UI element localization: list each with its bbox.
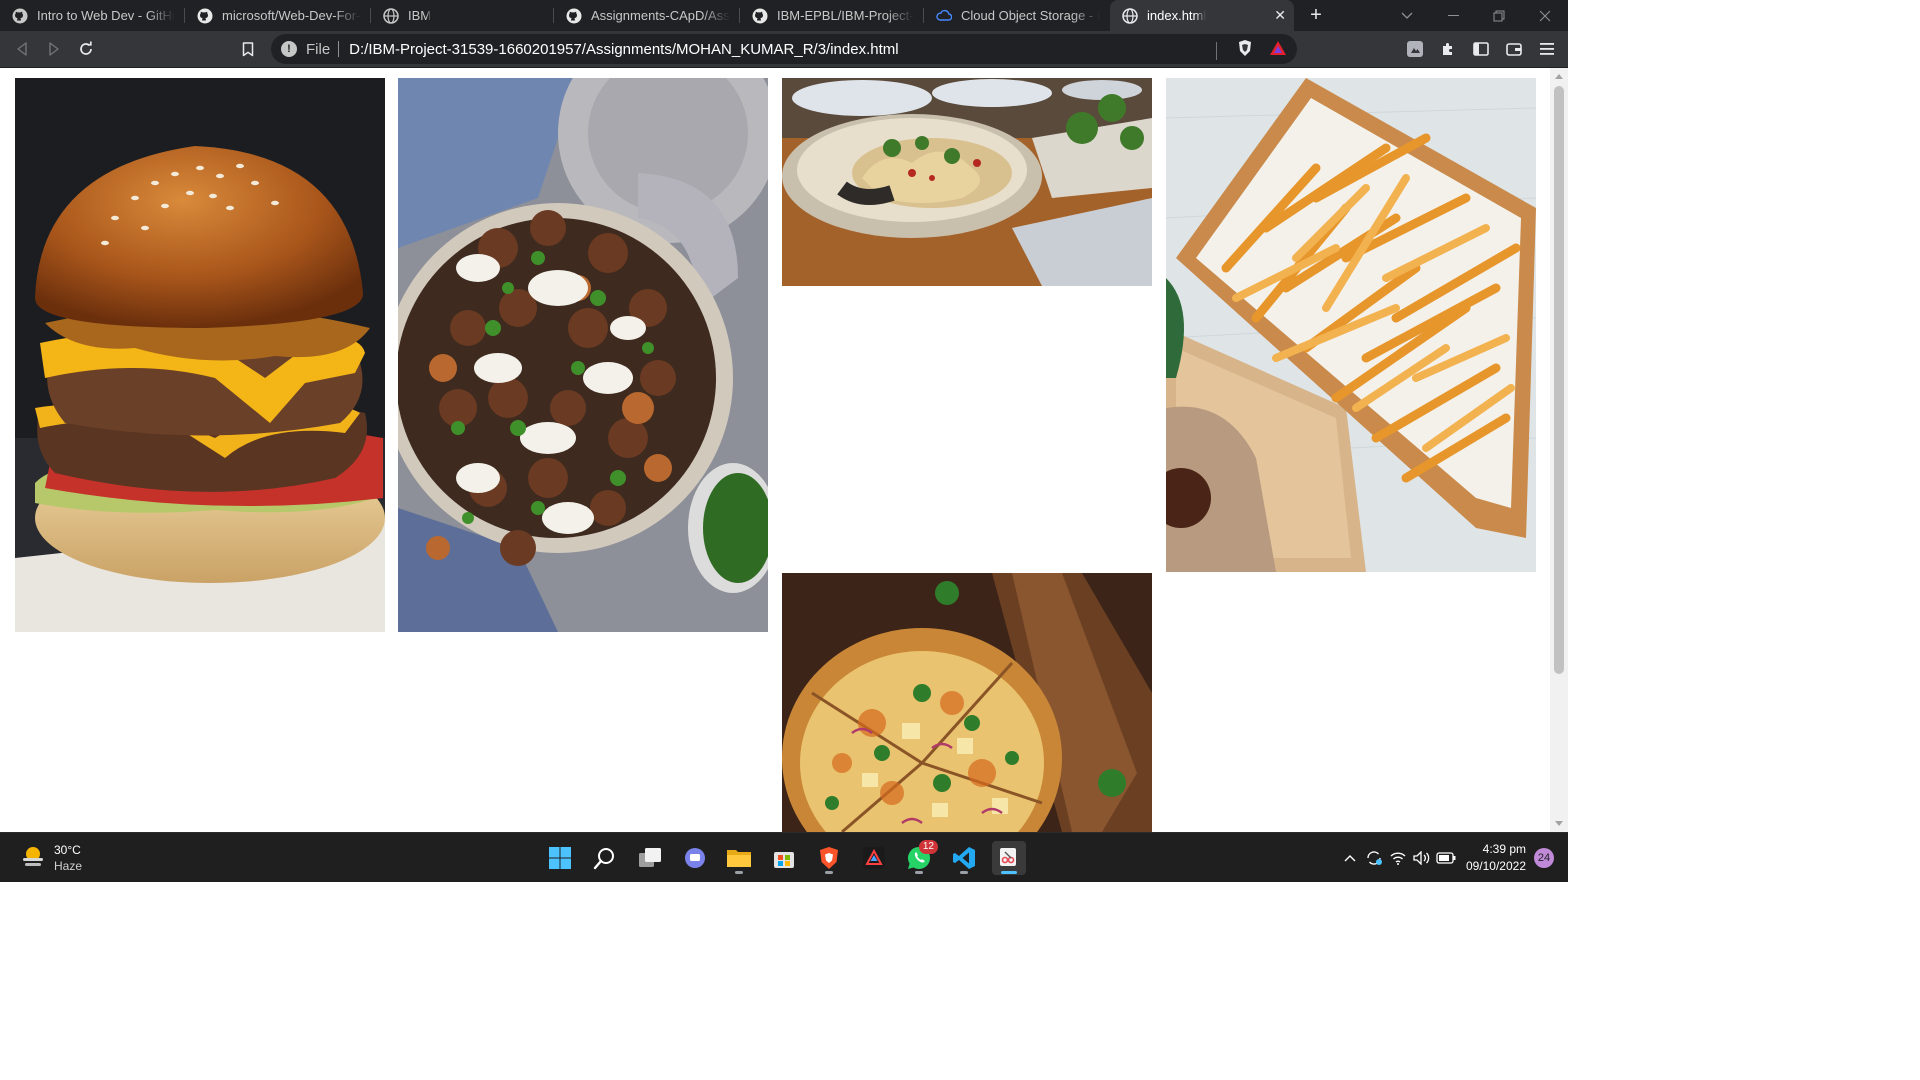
- tab-search-icon[interactable]: [1384, 0, 1430, 31]
- fries-image: [1166, 78, 1536, 572]
- ibm-cloud-icon: [936, 8, 952, 24]
- github-icon: [566, 8, 582, 24]
- extension-app-icon[interactable]: [1398, 34, 1431, 64]
- minimize-icon[interactable]: [1430, 0, 1476, 31]
- notification-count-badge[interactable]: 24: [1534, 848, 1554, 868]
- search-icon: [593, 848, 614, 870]
- sync-icon[interactable]: [1362, 833, 1386, 883]
- menu-icon[interactable]: [1530, 34, 1563, 64]
- wallet-icon[interactable]: [1497, 34, 1530, 64]
- weather-condition: Haze: [54, 859, 83, 873]
- bookmark-icon[interactable]: [232, 33, 264, 65]
- window-controls: [1384, 0, 1568, 31]
- file-explorer-button[interactable]: [722, 841, 756, 875]
- page-content: [0, 68, 1550, 832]
- scroll-down-icon[interactable]: [1555, 821, 1563, 826]
- close-window-icon[interactable]: [1522, 0, 1568, 31]
- clock[interactable]: 4:39 pm 09/10/2022: [1466, 841, 1526, 875]
- tab-title: IBM-EPBL/IBM-Project-315: [777, 8, 914, 23]
- github-icon: [752, 8, 768, 24]
- tab-title: Cloud Object Storage - IBM: [961, 8, 1100, 23]
- volume-icon[interactable]: [1410, 833, 1434, 883]
- chat-icon: [685, 848, 705, 868]
- system-tray: 4:39 pm 09/10/2022 24: [1338, 833, 1554, 883]
- address-url[interactable]: D:/IBM-Project-31539-1660201957/Assignme…: [349, 41, 898, 58]
- brave-shields-icon[interactable]: [1237, 39, 1253, 62]
- new-tab-button[interactable]: +: [1294, 0, 1338, 31]
- tab-cloud-object-storage[interactable]: Cloud Object Storage - IBM: [924, 0, 1110, 31]
- windows-icon: [549, 847, 571, 869]
- back-icon[interactable]: [6, 33, 38, 65]
- tab-assignments-capd[interactable]: Assignments-CApD/Assign: [554, 0, 740, 31]
- address-bar[interactable]: ! File D:/IBM-Project-31539-1660201957/A…: [271, 34, 1297, 64]
- vscode-button[interactable]: [947, 841, 981, 875]
- info-icon[interactable]: !: [281, 41, 297, 57]
- github-icon: [197, 8, 213, 24]
- page-scrollbar[interactable]: [1550, 68, 1568, 832]
- scroll-up-icon[interactable]: [1555, 74, 1563, 79]
- whatsapp-badge: 12: [918, 840, 938, 854]
- teams-chat-button[interactable]: [678, 841, 712, 875]
- adobe-acrobat-button[interactable]: [857, 841, 891, 875]
- address-scheme: File: [306, 40, 331, 58]
- vscode-icon: [953, 847, 975, 869]
- weather-widget[interactable]: 30°C Haze: [20, 843, 82, 874]
- snipping-tool-icon: [1000, 848, 1016, 866]
- brave-icon: [820, 847, 838, 869]
- chevron-up-icon[interactable]: [1338, 833, 1362, 883]
- clock-date: 09/10/2022: [1465, 859, 1526, 873]
- tab-title: Intro to Web Dev - GitHub: [37, 8, 175, 23]
- battery-icon[interactable]: [1434, 833, 1458, 883]
- close-tab-icon[interactable]: ✕: [1274, 7, 1286, 24]
- github-icon: [12, 8, 28, 24]
- taskbar: 30°C Haze 12 4:39 pm 09/10/2022 24: [0, 832, 1568, 882]
- brave-rewards-icon[interactable]: [1269, 40, 1287, 61]
- acrobat-icon: [863, 847, 885, 869]
- reload-icon[interactable]: [70, 33, 102, 65]
- tab-ibm-epbl-project[interactable]: IBM-EPBL/IBM-Project-315: [740, 0, 924, 31]
- tab-microsoft-web-dev[interactable]: microsoft/Web-Dev-For-Be: [185, 0, 371, 31]
- forward-icon[interactable]: [38, 33, 70, 65]
- globe-icon: [383, 7, 399, 24]
- whatsapp-button[interactable]: 12: [902, 840, 938, 875]
- tab-title: index.html: [1147, 8, 1207, 23]
- clock-time: 4:39 pm: [1482, 842, 1526, 856]
- folder-icon: [727, 850, 751, 867]
- store-icon: [774, 852, 794, 868]
- scrollbar-thumb[interactable]: [1554, 86, 1564, 674]
- sidebar-icon[interactable]: [1464, 34, 1497, 64]
- weather-haze-icon: [20, 843, 46, 874]
- extensions-icon[interactable]: [1431, 34, 1464, 64]
- microsoft-store-button[interactable]: [767, 841, 801, 875]
- globe-icon: [1122, 7, 1138, 24]
- snipping-tool-button[interactable]: [992, 841, 1026, 875]
- brave-browser-button[interactable]: [812, 841, 846, 875]
- wifi-icon[interactable]: [1386, 833, 1410, 883]
- tab-title: Assignments-CApD/Assign: [591, 8, 730, 23]
- tab-strip: Intro to Web Dev - GitHub microsoft/Web-…: [0, 0, 1568, 31]
- pizza-image: [782, 573, 1152, 832]
- start-button[interactable]: [543, 841, 577, 875]
- task-view-icon: [639, 848, 661, 867]
- meatballs-image: [398, 78, 768, 632]
- tab-ibm[interactable]: IBM: [371, 0, 554, 31]
- restore-icon[interactable]: [1476, 0, 1522, 31]
- search-button[interactable]: [588, 841, 622, 875]
- burger-image: [15, 78, 385, 632]
- tab-title: IBM: [408, 8, 432, 23]
- noodles-image: [782, 78, 1152, 286]
- tab-title: microsoft/Web-Dev-For-Be: [222, 8, 361, 23]
- tab-index-html[interactable]: index.html ✕: [1110, 0, 1294, 31]
- tab-intro-to-web-dev[interactable]: Intro to Web Dev - GitHub: [0, 0, 185, 31]
- weather-temp: 30°C: [54, 843, 81, 857]
- task-view-button[interactable]: [633, 841, 667, 875]
- browser-toolbar: ! File D:/IBM-Project-31539-1660201957/A…: [0, 31, 1568, 68]
